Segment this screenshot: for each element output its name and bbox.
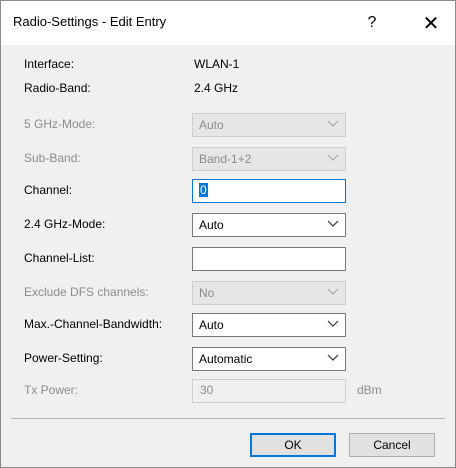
title-bar: Radio-Settings - Edit Entry ? ✕ [1,1,455,45]
ghz24-mode-select[interactable]: Auto [192,213,346,237]
ghz5-mode-row: 5 GHz-Mode: Auto [1,113,455,137]
tx-power-input: 30 [192,379,346,403]
max-bandwidth-row: Max.-Channel-Bandwidth: Auto [1,313,455,337]
channel-list-row: Channel-List: [1,247,455,271]
chevron-down-icon [327,120,339,127]
cancel-button[interactable]: Cancel [349,433,435,457]
channel-row: Channel: 0 [1,179,455,203]
sub-band-row: Sub-Band: Band-1+2 [1,147,455,171]
channel-list-input[interactable] [192,247,346,271]
chevron-down-icon [327,154,339,161]
power-setting-row: Power-Setting: Automatic [1,347,455,371]
chevron-down-icon [327,288,339,295]
sub-band-label: Sub-Band: [24,151,81,165]
exclude-dfs-select: No [192,281,346,305]
chevron-down-icon [327,220,339,227]
channel-input[interactable]: 0 [192,179,346,203]
ghz24-mode-value: Auto [199,218,224,232]
power-setting-label: Power-Setting: [24,351,103,365]
max-bandwidth-select[interactable]: Auto [192,313,346,337]
interface-label: Interface: [24,57,75,71]
help-icon: ? [367,14,377,31]
power-setting-select[interactable]: Automatic [192,347,346,371]
radio-band-value: 2.4 GHz [194,81,239,95]
ghz5-mode-label: 5 GHz-Mode: [24,117,96,131]
exclude-dfs-value: No [199,286,215,300]
sub-band-value: Band-1+2 [199,152,252,166]
interface-row: Interface: WLAN-1 [1,53,455,77]
window-title: Radio-Settings - Edit Entry [13,14,167,29]
interface-value: WLAN-1 [194,57,240,71]
exclude-dfs-label: Exclude DFS channels: [24,285,149,299]
channel-label: Channel: [24,183,73,197]
tx-power-unit: dBm [357,383,382,397]
tx-power-value: 30 [200,383,214,397]
help-button[interactable]: ? [350,7,394,39]
ghz5-mode-select: Auto [192,113,346,137]
tx-power-row: Tx Power: 30 dBm [1,379,455,403]
footer-divider [11,418,445,419]
ghz24-mode-label: 2.4 GHz-Mode: [24,217,106,231]
max-bandwidth-value: Auto [199,318,224,332]
tx-power-label: Tx Power: [24,383,79,397]
channel-value: 0 [199,183,208,197]
chevron-down-icon [327,354,339,361]
radio-band-label: Radio-Band: [24,81,91,95]
sub-band-select: Band-1+2 [192,147,346,171]
close-button[interactable]: ✕ [409,7,453,39]
max-bandwidth-label: Max.-Channel-Bandwidth: [24,317,163,331]
ghz5-mode-value: Auto [199,118,224,132]
chevron-down-icon [327,320,339,327]
ghz24-mode-row: 2.4 GHz-Mode: Auto [1,213,455,237]
ok-button[interactable]: OK [250,433,336,457]
close-icon: ✕ [422,12,440,35]
power-setting-value: Automatic [199,352,253,366]
edit-entry-dialog: Radio-Settings - Edit Entry ? ✕ Interfac… [0,0,456,468]
channel-list-label: Channel-List: [24,251,95,265]
exclude-dfs-row: Exclude DFS channels: No [1,281,455,305]
radio-band-row: Radio-Band: 2.4 GHz [1,77,455,101]
